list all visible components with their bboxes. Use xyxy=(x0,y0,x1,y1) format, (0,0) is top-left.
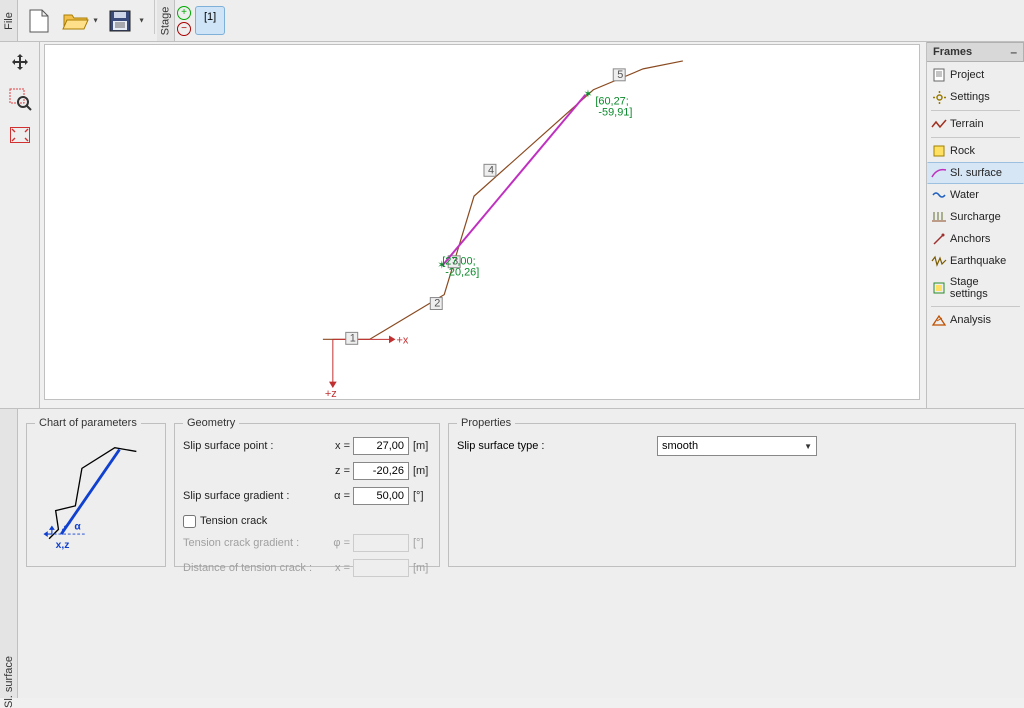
chart-of-parameters: Chart of parameters α x,z xyxy=(26,417,166,567)
frames-header: Frames– xyxy=(927,42,1024,62)
surface-type-label: Slip surface type : xyxy=(457,440,657,452)
slip-surface-icon xyxy=(932,166,946,180)
dtc-input xyxy=(353,559,409,577)
nav-settings[interactable]: Settings xyxy=(927,86,1024,108)
earthquake-icon xyxy=(932,254,946,268)
properties-panel: Properties Slip surface type : smooth▼ xyxy=(448,417,1016,567)
rock-icon xyxy=(932,144,946,158)
frames-list: Project Settings Terrain Rock Sl. surfac… xyxy=(927,62,1024,333)
tension-crack-checkbox[interactable] xyxy=(183,515,196,528)
tcg-label: Tension crack gradient : xyxy=(183,537,329,549)
terrain-line xyxy=(323,61,683,339)
nav-earthquake[interactable]: Earthquake xyxy=(927,250,1024,272)
point-label-upper: [60,27; -59,91] xyxy=(595,96,632,119)
stage-settings-icon xyxy=(932,281,946,295)
surcharge-icon xyxy=(932,210,946,224)
dropdown-caret-icon: ▼ xyxy=(92,17,99,24)
nav-stage-settings[interactable]: Stage settings xyxy=(927,272,1024,304)
nav-water[interactable]: Water xyxy=(927,184,1024,206)
folder-open-icon xyxy=(63,11,89,31)
svg-text:1: 1 xyxy=(350,332,356,344)
geometry-legend: Geometry xyxy=(183,417,239,429)
minimize-icon[interactable]: – xyxy=(1010,45,1017,59)
file-group-label: File xyxy=(0,0,18,41)
top-toolbar: File ▼ ▼ Stage + − [1] xyxy=(0,0,1024,42)
chart-slip-line xyxy=(61,450,119,534)
dropdown-caret-icon: ▼ xyxy=(138,17,145,24)
slip-gradient-input[interactable] xyxy=(353,487,409,505)
nav-rock[interactable]: Rock xyxy=(927,140,1024,162)
zoom-marquee-icon xyxy=(9,88,31,110)
svg-text:4: 4 xyxy=(488,164,494,176)
nav-anchors[interactable]: Anchors xyxy=(927,228,1024,250)
nav-project[interactable]: Project xyxy=(927,64,1024,86)
chart-terrain-line xyxy=(49,448,136,539)
zoom-select-tool[interactable] xyxy=(5,84,35,114)
dropdown-caret-icon: ▼ xyxy=(804,442,812,451)
drawing-canvas[interactable]: +x +z 1 2 3 4 5 ✶ [60,27; -59,91] ✶ [27,… xyxy=(44,44,920,400)
move-arrows-icon xyxy=(10,53,30,73)
nav-terrain[interactable]: Terrain xyxy=(927,113,1024,135)
slip-gradient-label: Slip surface gradient : xyxy=(183,490,329,502)
terrain-icon xyxy=(932,117,946,131)
axis-x-label: +x xyxy=(396,334,408,346)
fit-extents-icon xyxy=(10,127,30,143)
analysis-icon xyxy=(932,313,946,327)
svg-text:x,z: x,z xyxy=(56,540,70,551)
tension-crack-label: Tension crack xyxy=(200,515,267,527)
nav-analysis[interactable]: Analysis xyxy=(927,309,1024,331)
bottom-side-label: Sl. surface xyxy=(0,409,18,698)
open-file-button[interactable]: ▼ xyxy=(58,4,102,38)
slip-surface-line xyxy=(442,95,585,266)
floppy-icon xyxy=(109,10,131,32)
fit-extents-tool[interactable] xyxy=(5,120,35,150)
svg-text:2: 2 xyxy=(434,298,440,310)
axes xyxy=(330,336,395,387)
anchor-icon xyxy=(932,232,946,246)
dtc-label: Distance of tension crack : xyxy=(183,562,329,574)
slip-point-x-input[interactable] xyxy=(353,437,409,455)
nav-sl-surface[interactable]: Sl. surface xyxy=(927,162,1024,184)
properties-legend: Properties xyxy=(457,417,515,429)
svg-text:5: 5 xyxy=(617,69,623,81)
nav-surcharge[interactable]: Surcharge xyxy=(927,206,1024,228)
stage-group-label: Stage xyxy=(157,0,175,41)
svg-text:α: α xyxy=(74,521,81,532)
add-stage-button[interactable]: + xyxy=(177,6,191,20)
gear-icon xyxy=(932,90,946,104)
point-label-lower: [27,00; -20,26] xyxy=(442,256,479,279)
water-icon xyxy=(932,188,946,202)
new-file-button[interactable] xyxy=(22,4,56,38)
document-icon xyxy=(932,68,946,82)
tcg-input xyxy=(353,534,409,552)
surface-type-select[interactable]: smooth▼ xyxy=(657,436,817,456)
pan-tool[interactable] xyxy=(5,48,35,78)
save-file-button[interactable]: ▼ xyxy=(104,4,148,38)
remove-stage-button[interactable]: − xyxy=(177,22,191,36)
bottom-panel: Sl. surface Chart of parameters α x,z Ge… xyxy=(0,408,1024,698)
chart-legend: Chart of parameters xyxy=(35,417,141,429)
page-icon xyxy=(28,8,50,34)
slip-point-z-input[interactable] xyxy=(353,462,409,480)
stage-tab-1[interactable]: [1] xyxy=(195,6,225,35)
slip-point-label: Slip surface point : xyxy=(183,440,329,452)
svg-text:✶: ✶ xyxy=(583,89,592,101)
geometry-panel: Geometry Slip surface point : x = [m] z … xyxy=(174,417,440,567)
axis-z-label: +z xyxy=(325,388,337,400)
